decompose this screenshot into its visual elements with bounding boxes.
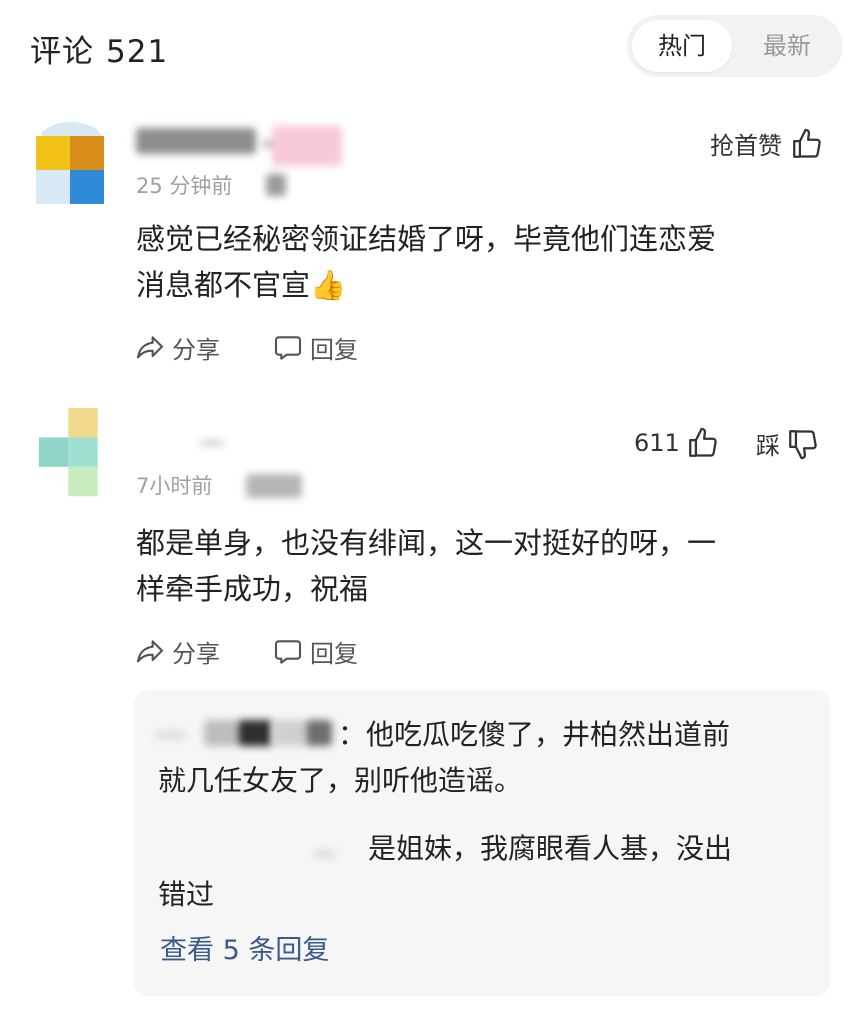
comments-count: 521 (106, 34, 169, 70)
share-label: 分享 (172, 640, 220, 668)
thumbs-up-icon (688, 427, 717, 457)
reply-text-line: ：他吃瓜吃傻了，井柏然出道前 (338, 718, 731, 751)
sort-tab-latest[interactable]: 最新 (737, 20, 837, 72)
like-button[interactable]: 611 (634, 426, 720, 460)
like-count: 611 (634, 429, 680, 457)
comment-text-line: 样牵手成功，祝福 (136, 572, 369, 606)
sort-toggle: 热门 最新 (627, 15, 843, 77)
reply-text-line: 错过 (158, 878, 215, 911)
comment-text-line: 感觉已经秘密领证结婚了呀，毕竟他们连恋爱 (136, 222, 717, 256)
share-button[interactable]: 分享 (134, 330, 220, 365)
replies-box: ：他吃瓜吃傻了，井柏然出道前 就几任女友了，别听他造谣。 是姐妹，我腐眼看人基，… (134, 690, 830, 996)
reply-label: 回复 (310, 640, 358, 668)
view-more-replies-link[interactable]: 查看 5 条回复 (160, 928, 329, 967)
share-icon (136, 335, 164, 358)
first-like-label: 抢首赞 (710, 132, 782, 160)
comments-header: 评论 521 热门 最新 (0, 0, 864, 92)
blurred-username (136, 128, 256, 154)
comment-text: 都是单身，也没有绯闻，这一对挺好的呀，一 样牵手成功，祝福 (136, 520, 826, 612)
blurred-badge (272, 126, 342, 166)
avatar[interactable] (34, 408, 106, 498)
comments-title-label: 评论 (30, 34, 94, 70)
comment-bubble-icon (274, 639, 302, 664)
share-icon (136, 639, 164, 662)
comment-text: 感觉已经秘密领证结婚了呀，毕竟他们连恋爱 消息都不官宣👍 (136, 216, 826, 308)
reply-label: 回复 (310, 336, 358, 364)
reply-item[interactable]: 是姐妹，我腐眼看人基，没出 错过 (158, 826, 808, 918)
dislike-label: 踩 (756, 432, 780, 460)
comment-bubble-icon (274, 335, 302, 360)
thumbs-up-icon (793, 128, 821, 158)
dislike-button[interactable]: 踩 (756, 426, 820, 461)
avatar[interactable] (34, 118, 106, 208)
comment-time: 7小时前 (136, 474, 213, 498)
sort-tab-hot[interactable]: 热门 (632, 20, 732, 72)
reply-item[interactable]: ：他吃瓜吃傻了，井柏然出道前 就几任女友了，别听他造谣。 (158, 712, 808, 804)
blurred-location (266, 174, 286, 196)
share-label: 分享 (172, 336, 220, 364)
blurred-location (246, 474, 302, 498)
reply-text-line: 是姐妹，我腐眼看人基，没出 (368, 832, 733, 865)
thumbs-down-icon (789, 429, 817, 459)
comment-text-line: 都是单身，也没有绯闻，这一对挺好的呀，一 (136, 526, 717, 560)
comments-title: 评论 521 (30, 26, 168, 71)
first-like-button[interactable]: 抢首赞 (710, 126, 824, 161)
reply-button[interactable]: 回复 (272, 330, 358, 365)
share-button[interactable]: 分享 (134, 634, 220, 669)
reply-button[interactable]: 回复 (272, 634, 358, 669)
reply-text-line: 就几任女友了，别听他造谣。 (158, 764, 523, 797)
blurred-username (200, 440, 224, 446)
comment-time: 25 分钟前 (136, 174, 233, 198)
comment-text-line: 消息都不官宣👍 (136, 268, 347, 302)
